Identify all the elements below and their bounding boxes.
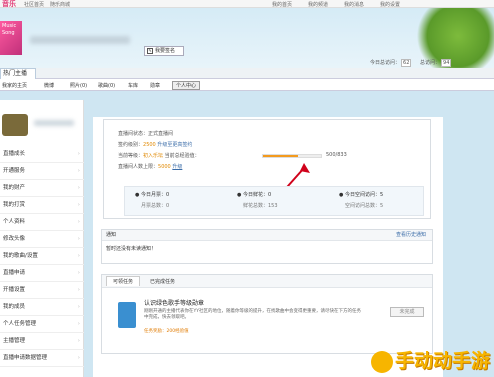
tab-completed-tasks[interactable]: 已完成任务 — [150, 278, 175, 285]
stat-today: 今日总访问： 62 — [370, 59, 412, 67]
book-icon — [118, 302, 136, 328]
main-content: 直播间状态：正式直播间 签约级别：2500 升级至更高签约 当前等级：初入乐坛 … — [93, 117, 443, 377]
sidebar-item-members[interactable]: 我的成员 — [0, 299, 84, 316]
sidebar-item-data-mgmt[interactable]: 直播申请数据管理 — [0, 350, 84, 367]
subnav-home[interactable]: 我家的主页 — [2, 82, 27, 89]
stat-tickets: ● 今日月票：0 月票总数：0 — [135, 192, 170, 209]
sidebar-item-growth[interactable]: 直播成长 — [0, 146, 84, 163]
sidebar-item-live-settings[interactable]: 开播设置 — [0, 282, 84, 299]
top-link-channel[interactable]: 我的频道 — [308, 1, 328, 8]
upgrade-sign-link[interactable]: 升级至更高签约 — [157, 142, 192, 148]
exp-progress-bar — [262, 154, 322, 158]
stat-visits: ● 今日空间访问：5 空间访问总数：5 — [339, 192, 384, 209]
tab-hot-host[interactable]: 热门主播 — [0, 68, 36, 79]
top-bar: 音乐 社区首页 随乐商城 我的首页 我的频道 我的消息 我的设置 — [0, 0, 494, 8]
watermark-logo: 手动动手游 — [370, 346, 490, 373]
task-status-button[interactable]: 未完成 — [390, 307, 424, 317]
subnav-weibo[interactable]: 微博 — [44, 82, 54, 89]
upgrade-capacity-link[interactable]: 升级 — [172, 164, 182, 170]
sidebar-item-songs[interactable]: 我的歌曲/设置 — [0, 248, 84, 265]
blurred-username — [30, 36, 130, 44]
tab-available-tasks[interactable]: 可领任务 — [106, 276, 141, 286]
sidebar-item-assets[interactable]: 我的财产 — [0, 180, 84, 197]
top-link-mall[interactable]: 随乐商城 — [50, 1, 70, 8]
status-capacity: 直播间人数上限：5000 升级 — [118, 164, 183, 170]
subnav-garage[interactable]: 车库 — [128, 82, 138, 89]
avatar[interactable] — [2, 114, 28, 136]
top-link-settings[interactable]: 我的设置 — [380, 1, 400, 8]
stat-total: 总访问： 94 — [420, 59, 452, 67]
sidebar: 直播成长 开通服务 我的财产 我的打赏 个人资料 修改头像 我的歌曲/设置 直播… — [0, 100, 84, 377]
notice-title: 通知 — [106, 232, 117, 238]
notice-history-link[interactable]: 查看历史通知 — [396, 230, 426, 240]
task-description: 刚刚开通的主播代表你在YY社区的地位，随着你等级的提升，在找歌曲中会变得更重要，… — [144, 309, 361, 320]
edit-signature-button[interactable]: ✎ 我要签名 — [144, 46, 184, 56]
profile-badge: Music Song — [0, 21, 22, 55]
top-link-messages[interactable]: 我的消息 — [344, 1, 364, 8]
sidebar-item-host-mgmt[interactable]: 主播管理 — [0, 333, 84, 350]
stat-flowers: ● 今日鲜花：0 鲜花总数：153 — [237, 192, 278, 209]
main-nav: 热门主播 — [0, 68, 494, 79]
profile-header: Music Song ✎ 我要签名 今日总访问： 62 总访问： 94 — [0, 8, 494, 78]
exp-progress-text: 500/833 — [326, 152, 347, 158]
stats-columns: ● 今日月票：0 月票总数：0 ● 今日鲜花：0 鲜花总数：153 ● 今日空间访问… — [124, 186, 424, 216]
task-title: 认识绿色歌手等级勋章 — [144, 300, 205, 307]
subnav-photos[interactable]: 照片(0) — [70, 82, 87, 89]
task-reward: 任务奖励：200经验值 — [144, 329, 189, 334]
blurred-name — [34, 120, 74, 126]
subnav-medals[interactable]: 勋章 — [150, 82, 160, 89]
sidebar-item-apply[interactable]: 直播申请 — [0, 265, 84, 282]
top-link-home[interactable]: 我的首页 — [272, 1, 292, 8]
status-card: 直播间状态：正式直播间 签约级别：2500 升级至更高签约 当前等级：初入乐坛 … — [103, 119, 431, 219]
notice-body: 暂时还没有未读通知！ — [106, 246, 157, 252]
tasks-panel: 可领任务 已完成任务 认识绿色歌手等级勋章 刚刚开通的主播代表你在YY社区的地位… — [101, 274, 433, 354]
notice-panel: 通知 查看历史通知 暂时还没有未读通知！ — [101, 229, 433, 264]
edit-icon: ✎ — [147, 48, 153, 54]
subnav-personal-center[interactable]: 个人中心 — [172, 81, 201, 90]
sidebar-item-tasks[interactable]: 个人任务管理 — [0, 316, 84, 333]
status-sign-level: 签约级别：2500 升级至更高签约 — [118, 142, 193, 148]
sidebar-item-profile[interactable]: 个人资料 — [0, 214, 84, 231]
status-level: 当前等级：初入乐坛 当前总经验值： — [118, 153, 200, 159]
status-room: 直播间状态：正式直播间 — [118, 131, 174, 137]
sub-nav: 我家的主页 微博 照片(0) 歌曲(0) 车库 勋章 个人中心 — [0, 79, 494, 91]
sidebar-item-services[interactable]: 开通服务 — [0, 163, 84, 180]
sidebar-item-rewards[interactable]: 我的打赏 — [0, 197, 84, 214]
subnav-songs[interactable]: 歌曲(0) — [98, 82, 115, 89]
top-link-community[interactable]: 社区首页 — [24, 1, 44, 8]
sidebar-item-avatar[interactable]: 修改头像 — [0, 231, 84, 248]
